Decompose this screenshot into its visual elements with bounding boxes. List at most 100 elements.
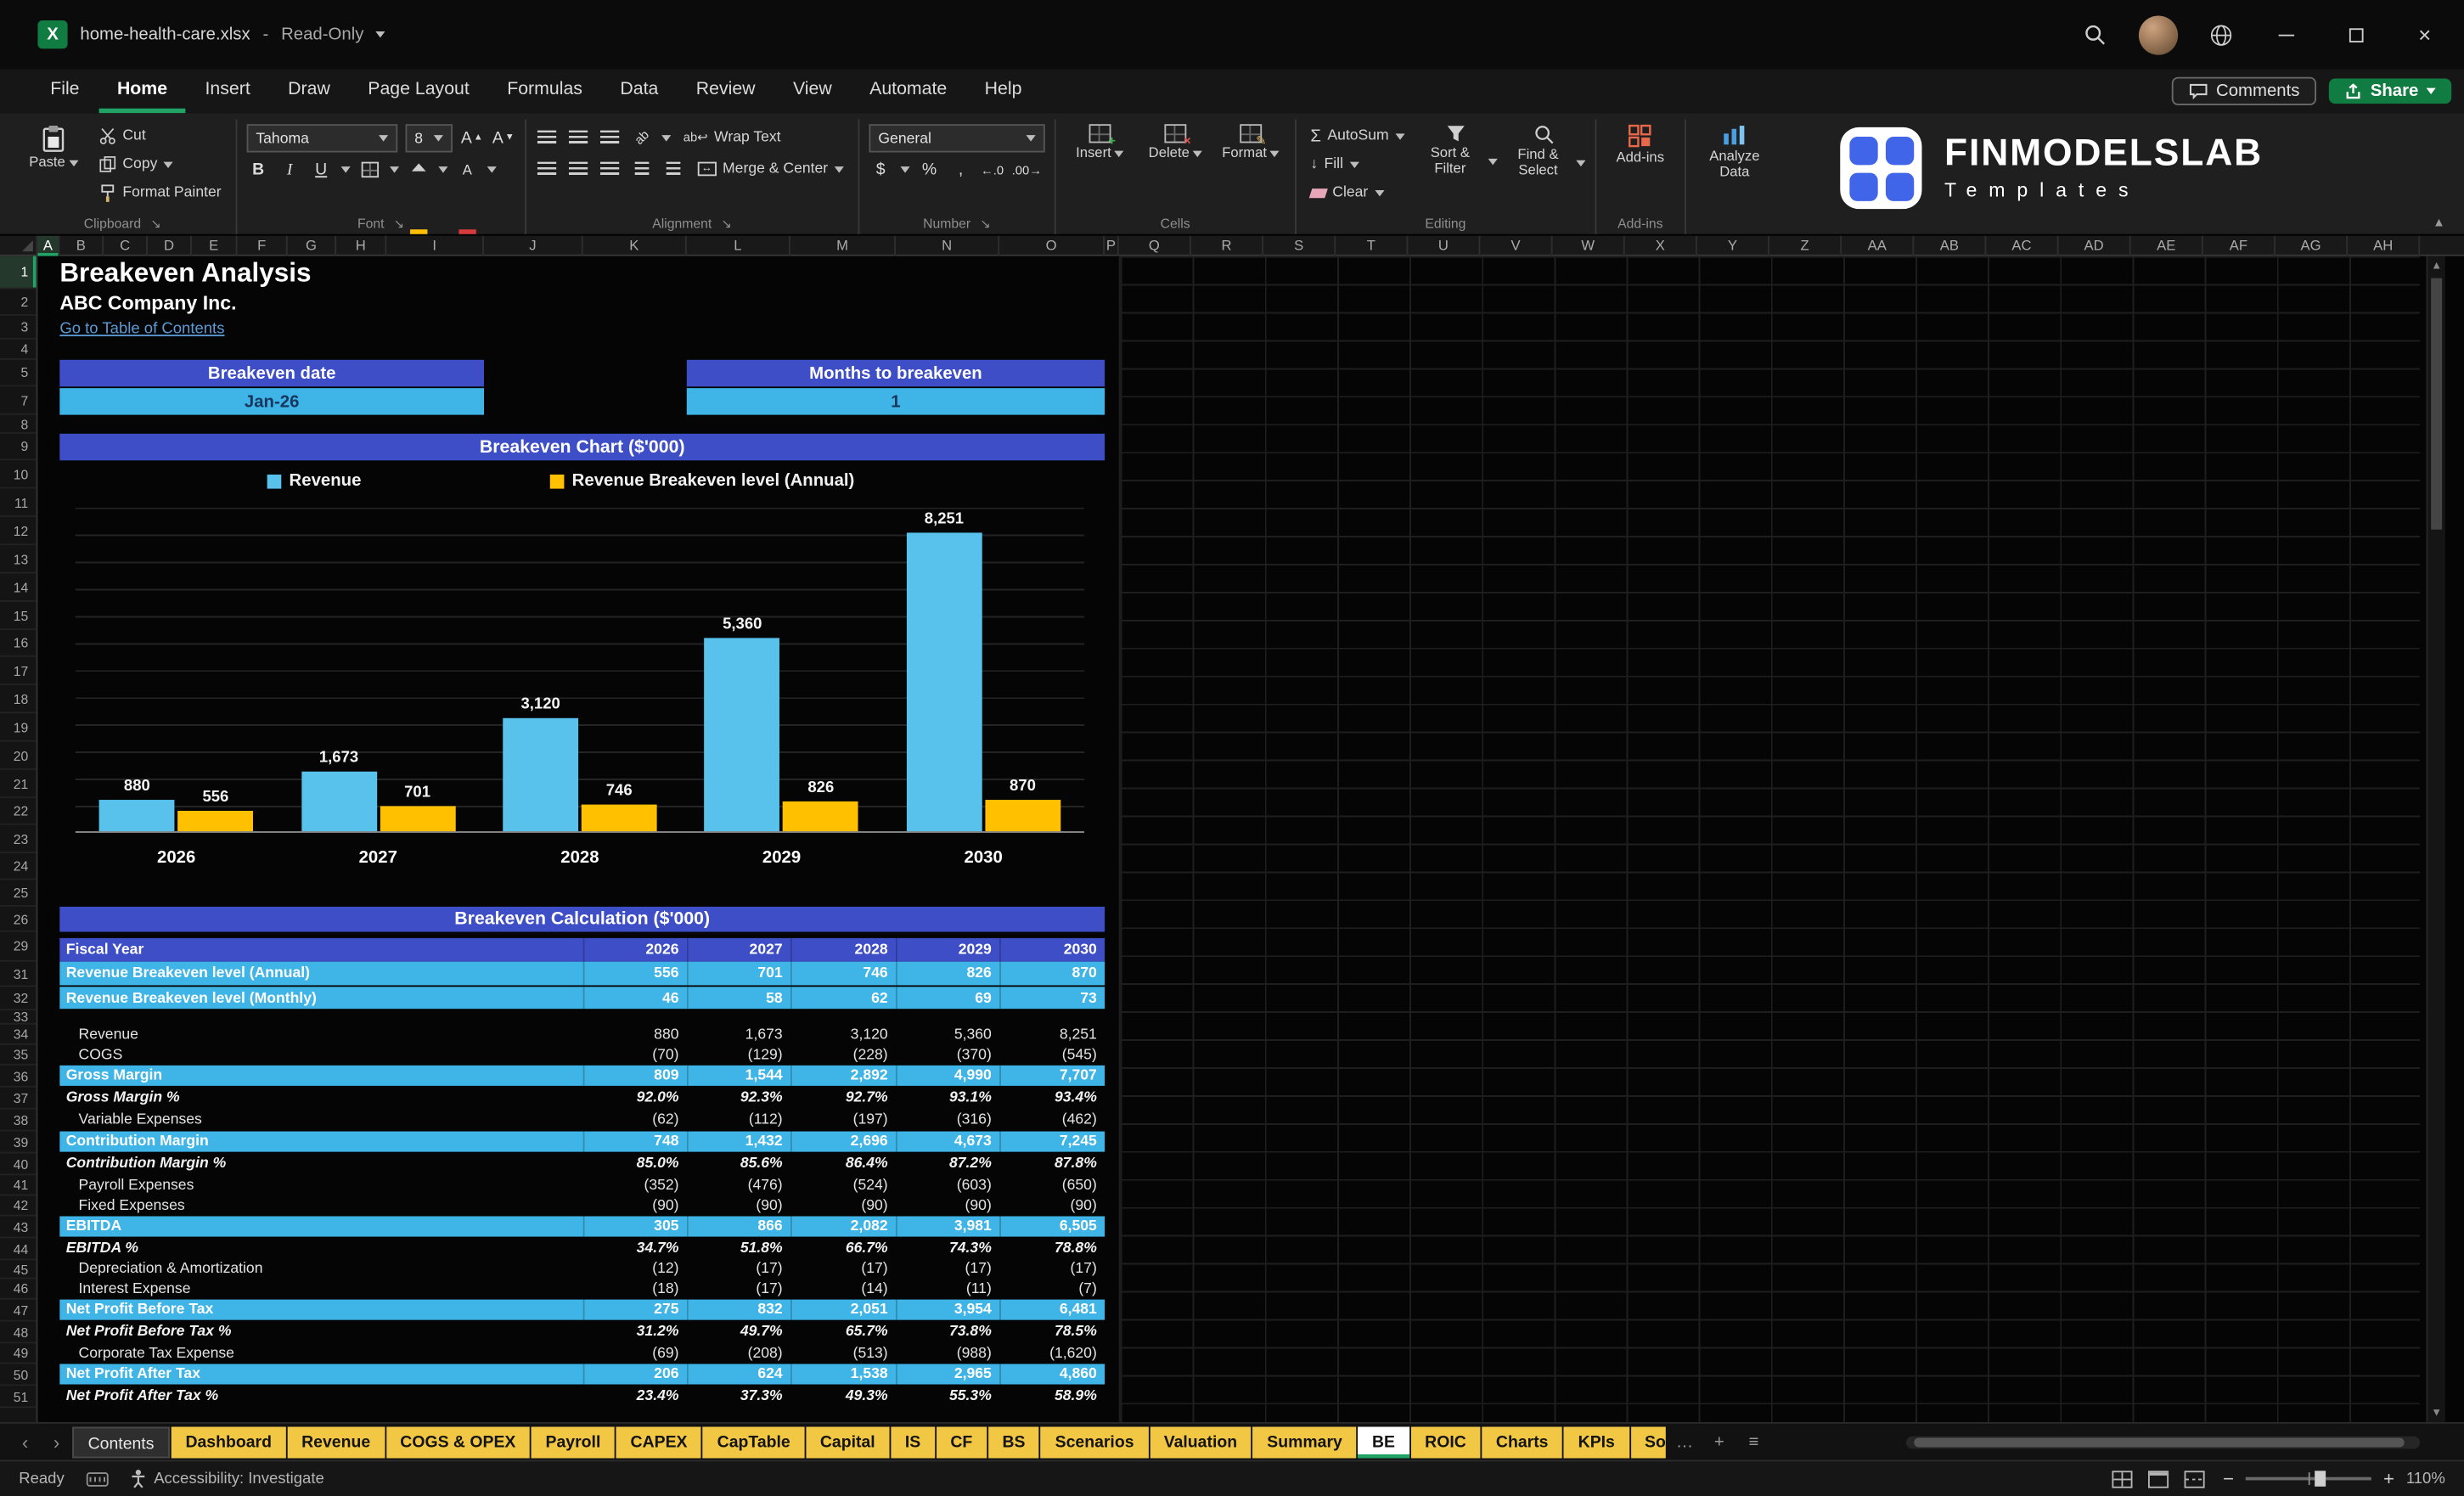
sheet-title-cell[interactable]: Breakeven Analysis xyxy=(59,258,311,290)
table-row-interest-expense[interactable]: Interest Expense (18) (17) (14) (11) (7) xyxy=(59,1279,1105,1298)
cell-depreciation-amortization-2026[interactable]: (12) xyxy=(583,1260,687,1277)
cell-contribution-margin-2026[interactable]: 748 xyxy=(583,1132,687,1152)
row-header-26[interactable]: 26 xyxy=(0,907,37,932)
more-sheets-button[interactable]: … xyxy=(1668,1432,1702,1451)
merge-center-button[interactable]: ↔ Merge & Center xyxy=(693,155,848,182)
table-row-corporate-tax-expense[interactable]: Corporate Tax Expense (69) (208) (513) (988)… xyxy=(59,1343,1105,1362)
cell-gross-margin-2027[interactable]: 92.3% xyxy=(687,1088,790,1108)
cell-net-profit-after-tax-2028[interactable]: 1,538 xyxy=(790,1364,896,1384)
cell-ebitda-2029[interactable]: 74.3% xyxy=(896,1238,999,1258)
comments-button[interactable]: Comments xyxy=(2172,76,2317,106)
row-header-47[interactable]: 47 xyxy=(0,1300,37,1322)
cell-revenue-breakeven-level-monthly-2027[interactable]: 58 xyxy=(687,987,790,1009)
table-row-revenue[interactable]: Revenue 880 1,673 3,120 5,360 8,251 xyxy=(59,1025,1105,1043)
readonly-badge[interactable]: Read-Only xyxy=(281,25,363,44)
title-chevron-down-icon[interactable] xyxy=(376,31,386,38)
accessibility-status[interactable]: Accessibility: Investigate xyxy=(130,1469,324,1488)
sheet-content[interactable]: Breakeven Analysis ABC Company Inc. Go t… xyxy=(37,256,2421,1422)
cell-revenue-breakeven-level-monthly-2026[interactable]: 46 xyxy=(583,987,687,1009)
calc-title-bar[interactable]: Breakeven Calculation ($'000) xyxy=(59,906,1105,932)
all-sheets-button[interactable]: ≡ xyxy=(1736,1432,1771,1451)
year-header-2027[interactable]: 2027 xyxy=(687,938,790,962)
menu-tab-help[interactable]: Help xyxy=(965,69,1040,113)
row-header-29[interactable]: 29 xyxy=(0,932,37,962)
cell-net-profit-before-tax-2028[interactable]: 2,051 xyxy=(790,1300,896,1320)
row-header-18[interactable]: 18 xyxy=(0,685,37,714)
cell-gross-margin-2030[interactable]: 7,707 xyxy=(999,1066,1105,1086)
row-header-21[interactable]: 21 xyxy=(0,770,37,799)
decrease-indent-button[interactable] xyxy=(630,156,654,182)
column-header-AD[interactable]: AD xyxy=(2059,235,2131,256)
column-header-A[interactable]: A xyxy=(37,235,60,256)
tabs-scroll-left-button[interactable]: ‹ xyxy=(9,1431,41,1453)
cell-gross-margin-2026[interactable]: 809 xyxy=(583,1066,687,1086)
fill-color-button[interactable] xyxy=(407,157,430,234)
table-row-net-profit-after-tax[interactable]: Net Profit After Tax 206 624 1,538 2,965 4,86… xyxy=(59,1364,1105,1385)
cell-depreciation-amortization-2030[interactable]: (17) xyxy=(999,1260,1105,1277)
row-header-37[interactable]: 37 xyxy=(0,1088,37,1110)
row-header-1[interactable]: 1 xyxy=(0,256,37,290)
new-sheet-button[interactable]: + xyxy=(1702,1432,1736,1451)
maximize-button[interactable] xyxy=(2326,2,2385,68)
cell-net-profit-after-tax-2027[interactable]: 624 xyxy=(687,1364,790,1384)
number-dialog-launcher-icon[interactable]: ↘ xyxy=(980,216,990,230)
cell-contribution-margin-2029[interactable]: 4,673 xyxy=(896,1132,999,1152)
cell-variable-expenses-2028[interactable]: (197) xyxy=(790,1110,896,1130)
column-header-I[interactable]: I xyxy=(386,235,485,256)
cell-net-profit-after-tax-2026[interactable]: 23.4% xyxy=(583,1386,687,1406)
clear-button[interactable]: Clear xyxy=(1306,179,1409,205)
cell-revenue-breakeven-level-annual-2029[interactable]: 826 xyxy=(896,962,999,986)
menu-tab-automate[interactable]: Automate xyxy=(851,69,966,113)
column-header-W[interactable]: W xyxy=(1553,235,1625,256)
menu-tab-page-layout[interactable]: Page Layout xyxy=(349,69,488,113)
zoom-out-button[interactable]: − xyxy=(2220,1468,2236,1490)
align-top-button[interactable] xyxy=(536,125,560,150)
column-header-Q[interactable]: Q xyxy=(1119,235,1191,256)
row-header-31[interactable]: 31 xyxy=(0,962,37,987)
breakeven-date-value[interactable]: Jan-26 xyxy=(59,388,485,415)
collapse-ribbon-button[interactable]: ▲ xyxy=(2433,216,2445,230)
cell-net-profit-after-tax-2030[interactable]: 58.9% xyxy=(999,1386,1105,1406)
sheet-tab-so[interactable]: So xyxy=(1630,1426,1666,1458)
column-header-G[interactable]: G xyxy=(288,235,337,256)
row-header-32[interactable]: 32 xyxy=(0,987,37,1011)
column-header-F[interactable]: F xyxy=(237,235,288,256)
cell-gross-margin-2028[interactable]: 2,892 xyxy=(790,1066,896,1086)
row-header-41[interactable]: 41 xyxy=(0,1175,37,1196)
sheet-tab-roic[interactable]: ROIC xyxy=(1410,1426,1481,1458)
cell-ebitda-2027[interactable]: 866 xyxy=(687,1216,790,1236)
menu-tab-view[interactable]: View xyxy=(774,69,851,113)
select-all-corner[interactable] xyxy=(0,235,38,255)
row-header-36[interactable]: 36 xyxy=(0,1066,37,1088)
column-header-AA[interactable]: AA xyxy=(1842,235,1915,256)
sheet-tab-captable[interactable]: CapTable xyxy=(703,1426,805,1458)
align-bottom-button[interactable] xyxy=(599,125,622,150)
cell-contribution-margin-2030[interactable]: 87.8% xyxy=(999,1153,1105,1173)
year-header-2028[interactable]: 2028 xyxy=(790,938,896,962)
cell-revenue-breakeven-level-annual-2026[interactable]: 556 xyxy=(583,962,687,986)
sort-filter-button[interactable]: Sort & Filter xyxy=(1415,120,1498,177)
table-row-net-profit-before-tax[interactable]: Net Profit Before Tax 275 832 2,051 3,954 6,4… xyxy=(59,1299,1105,1320)
cell-fixed-expenses-2026[interactable]: (90) xyxy=(583,1195,687,1214)
zoom-level[interactable]: 110% xyxy=(2406,1470,2445,1487)
column-header-M[interactable]: M xyxy=(790,235,896,256)
table-row-gross-margin[interactable]: Gross Margin 809 1,544 2,892 4,990 7,707 xyxy=(59,1065,1105,1086)
cell-cogs-2028[interactable]: (228) xyxy=(790,1045,896,1064)
page-break-view-button[interactable] xyxy=(2184,1470,2205,1488)
table-row-depreciation-amortization[interactable]: Depreciation & Amortization (12) (17) (17)(… xyxy=(59,1260,1105,1277)
cell-variable-expenses-2029[interactable]: (316) xyxy=(896,1110,999,1130)
cell-revenue-breakeven-level-annual-2030[interactable]: 870 xyxy=(999,962,1105,986)
cell-revenue-breakeven-level-annual-2028[interactable]: 746 xyxy=(790,962,896,986)
row-header-42[interactable]: 42 xyxy=(0,1195,37,1217)
column-header-AF[interactable]: AF xyxy=(2203,235,2276,256)
autosum-button[interactable]: Σ AutoSum xyxy=(1306,122,1409,149)
cell-interest-expense-2027[interactable]: (17) xyxy=(687,1279,790,1298)
cell-corporate-tax-expense-2029[interactable]: (988) xyxy=(896,1343,999,1362)
cell-variable-expenses-2027[interactable]: (112) xyxy=(687,1110,790,1130)
column-header-H[interactable]: H xyxy=(336,235,387,256)
cell-contribution-margin-2029[interactable]: 87.2% xyxy=(896,1153,999,1173)
zoom-slider[interactable] xyxy=(2246,1471,2372,1487)
insert-cells-button[interactable]: + Insert xyxy=(1066,120,1134,162)
search-button[interactable] xyxy=(2068,3,2122,66)
table-row-variable-expenses[interactable]: Variable Expenses (62) (112) (197) (316) (462… xyxy=(59,1110,1105,1130)
